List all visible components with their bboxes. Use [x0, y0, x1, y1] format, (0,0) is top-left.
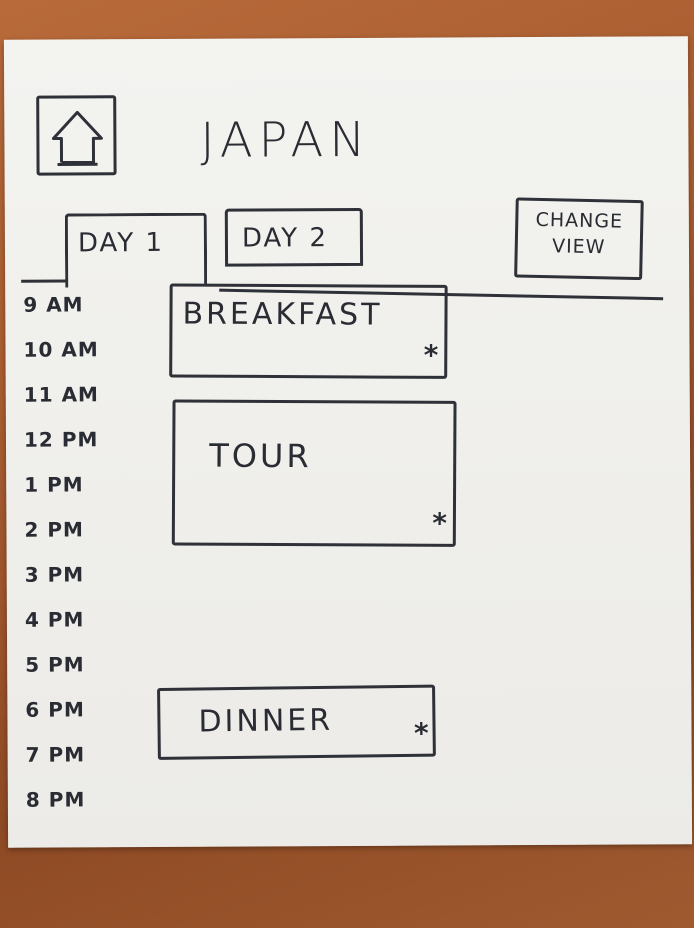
time-label: 7 PM	[25, 742, 86, 767]
edit-marker-icon[interactable]: *	[424, 339, 439, 372]
time-label: 8 PM	[25, 787, 86, 812]
tab-underline	[21, 279, 68, 283]
time-column: 9 AM 10 AM 11 AM 12 PM 1 PM 2 PM 3 PM 4 …	[23, 289, 101, 829]
time-label: 2 PM	[24, 517, 84, 542]
time-label: 12 PM	[23, 427, 99, 452]
change-view-button[interactable]: CHANGE VIEW	[514, 197, 644, 281]
time-label: 5 PM	[25, 652, 85, 677]
event-label: DINNER	[198, 702, 334, 740]
home-button[interactable]	[36, 95, 117, 176]
tab-label: DAY 2	[241, 223, 329, 254]
time-label: 4 PM	[24, 607, 85, 632]
edit-marker-icon[interactable]: *	[414, 717, 429, 750]
event-label: TOUR	[209, 436, 312, 476]
time-label: 6 PM	[25, 697, 85, 722]
page-title: JAPAN	[200, 111, 372, 169]
time-label: 9 AM	[23, 292, 84, 317]
event-tour[interactable]: TOUR *	[171, 399, 457, 547]
tab-label: DAY 1	[77, 227, 165, 259]
time-label: 10 AM	[23, 337, 99, 362]
event-breakfast[interactable]: BREAKFAST *	[169, 283, 448, 379]
tab-day-2[interactable]: DAY 2	[224, 207, 364, 267]
tab-day-1[interactable]: DAY 1	[64, 212, 208, 288]
time-label: 3 PM	[24, 562, 85, 587]
paper-sketch: JAPAN DAY 1 DAY 2 CHANGE VIEW 9 AM 10 AM…	[3, 36, 693, 848]
event-label: BREAKFAST	[182, 296, 383, 333]
time-label: 1 PM	[24, 472, 84, 497]
edit-marker-icon[interactable]: *	[432, 507, 447, 540]
time-label: 11 AM	[23, 382, 99, 407]
change-view-label: CHANGE VIEW	[535, 208, 624, 259]
event-dinner[interactable]: DINNER *	[157, 684, 436, 760]
home-arrow-icon	[51, 110, 103, 167]
